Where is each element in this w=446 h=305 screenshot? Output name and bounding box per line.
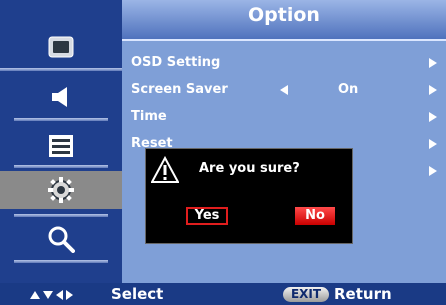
title-bar: Option (122, 0, 446, 41)
sidebar-item-screen[interactable] (0, 28, 122, 66)
sidebar (0, 0, 122, 283)
menu-item-osd-setting[interactable]: OSD Setting (122, 50, 446, 76)
search-icon (48, 226, 75, 253)
sidebar-item-audio[interactable] (0, 78, 122, 116)
sidebar-divider (14, 165, 108, 168)
left-arrow-icon (56, 290, 63, 300)
sidebar-divider (14, 214, 108, 217)
page-title: Option (248, 4, 320, 26)
select-hint: Select (111, 285, 164, 303)
yes-button[interactable]: Yes (186, 207, 228, 225)
chevron-left-icon[interactable] (280, 85, 288, 95)
warning-icon (151, 156, 179, 183)
screen-icon (48, 36, 74, 58)
menu-item-label: Time (131, 109, 167, 124)
return-hint: Return (334, 285, 392, 303)
osd-screen: Option OSD Setting Screen Saver On Time … (0, 0, 446, 305)
sidebar-item-search[interactable] (0, 220, 122, 258)
menu-item-time[interactable]: Time (122, 104, 446, 130)
sidebar-divider (14, 118, 108, 121)
chevron-right-icon (429, 58, 437, 68)
gear-icon (48, 177, 74, 203)
no-button[interactable]: No (295, 207, 335, 225)
up-arrow-icon (30, 291, 40, 299)
sidebar-item-option[interactable] (0, 171, 122, 209)
down-arrow-icon (43, 291, 53, 299)
dialog-message: Are you sure? (199, 161, 300, 176)
exit-button[interactable]: EXIT (283, 287, 329, 302)
menu-item-label: Screen Saver (131, 82, 228, 97)
nav-arrows (30, 290, 73, 300)
chevron-right-icon (429, 139, 437, 149)
sidebar-divider (14, 260, 108, 263)
menu-item-screen-saver[interactable]: Screen Saver On (122, 77, 446, 103)
chevron-right-icon[interactable] (429, 85, 437, 95)
sidebar-divider (0, 68, 122, 71)
list-icon (49, 135, 73, 157)
right-arrow-icon (66, 290, 73, 300)
footer-bar: Select EXIT Return (0, 283, 446, 305)
chevron-right-icon (429, 166, 437, 176)
speaker-icon (52, 87, 67, 107)
chevron-right-icon (429, 112, 437, 122)
menu-item-label: OSD Setting (131, 55, 221, 70)
menu-item-value: On (338, 82, 359, 97)
sidebar-item-list[interactable] (0, 127, 122, 165)
confirm-dialog: Are you sure? Yes No (145, 148, 353, 244)
